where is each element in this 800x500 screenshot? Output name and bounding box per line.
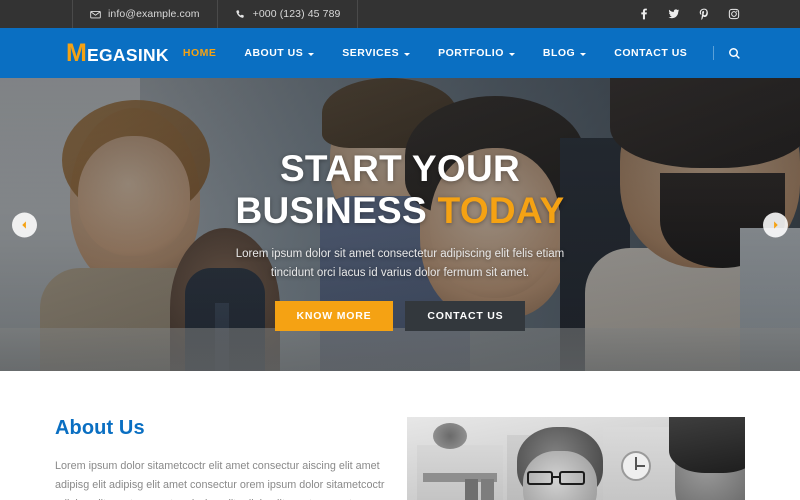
twitter-icon[interactable]	[668, 8, 680, 20]
nav-menu: HOME ABOUT US SERVICES PORTFOLIO BLOG CO…	[169, 46, 747, 60]
nav-item-portfolio[interactable]: PORTFOLIO	[424, 47, 529, 59]
nav-item-services[interactable]: SERVICES	[328, 47, 424, 59]
chevron-left-icon[interactable]	[12, 212, 37, 237]
about-paragraph: Lorem ipsum dolor sitametcoctr elit amet…	[55, 460, 385, 500]
hero-title-accent: TODAY	[437, 190, 565, 232]
hero-title-line1: START YOUR	[279, 148, 521, 189]
nav-item-about-us[interactable]: ABOUT US	[230, 47, 328, 59]
topbar-phone-text: +000 (123) 45 789	[252, 8, 341, 20]
nav-item-label: PORTFOLIO	[438, 47, 504, 59]
logo-initial: M	[66, 38, 88, 67]
logo-text: EGASINK	[87, 44, 169, 65]
hero-title-line2: BUSINESS	[235, 190, 438, 232]
nav-item-label: BLOG	[542, 47, 576, 59]
hero-content: START YOUR BUSINESS TODAY Lorem ipsum do…	[0, 78, 800, 371]
about-section: About Us Lorem ipsum dolor sitametcoctr …	[0, 371, 800, 500]
chevron-down-icon	[580, 52, 587, 56]
nav-item-label: ABOUT US	[244, 47, 304, 59]
about-container: About Us Lorem ipsum dolor sitametcoctr …	[55, 417, 745, 500]
about-heading: About Us	[55, 417, 145, 439]
hero-slider: START YOUR BUSINESS TODAY Lorem ipsum do…	[0, 78, 800, 371]
know-more-button[interactable]: KNOW MORE	[274, 301, 394, 332]
nav-item-blog[interactable]: BLOG	[529, 47, 600, 59]
contact-us-button[interactable]: CONTACT US	[405, 301, 526, 332]
chevron-right-icon[interactable]	[763, 212, 788, 237]
envelope-icon	[90, 9, 101, 20]
nav-item-label: HOME	[182, 47, 217, 59]
facebook-icon[interactable]	[638, 8, 650, 20]
social-links	[638, 8, 740, 20]
nav-item-contact-us[interactable]: CONTACT US	[600, 47, 701, 59]
hero-title: START YOUR BUSINESS TODAY	[235, 148, 564, 232]
search-icon[interactable]	[722, 47, 747, 60]
nav-divider	[713, 46, 715, 60]
about-office-photo	[407, 417, 745, 500]
topbar: info@example.com +000 (123) 45 789	[0, 0, 800, 28]
about-text-column: About Us Lorem ipsum dolor sitametcoctr …	[55, 417, 385, 500]
instagram-icon[interactable]	[728, 8, 740, 20]
nav-item-home[interactable]: HOME	[169, 47, 231, 59]
chevron-down-icon	[308, 52, 315, 56]
topbar-contact-group: info@example.com +000 (123) 45 789	[72, 0, 359, 28]
nav-item-label: CONTACT US	[614, 47, 688, 59]
site-logo[interactable]: M EGASINK	[66, 38, 169, 67]
hero-buttons: KNOW MORE CONTACT US	[274, 301, 526, 332]
pinterest-icon[interactable]	[698, 8, 710, 20]
topbar-email-text: info@example.com	[108, 8, 200, 20]
main-navigation: M EGASINK HOME ABOUT US SERVICES PORTFOLI…	[0, 28, 800, 78]
topbar-phone[interactable]: +000 (123) 45 789	[216, 0, 359, 28]
about-image-column	[407, 417, 745, 500]
nav-item-label: SERVICES	[342, 47, 400, 59]
phone-icon	[235, 9, 246, 20]
hero-paragraph: Lorem ipsum dolor sit amet consectetur a…	[235, 248, 565, 280]
chevron-down-icon	[508, 52, 515, 56]
chevron-down-icon	[404, 52, 411, 56]
topbar-email[interactable]: info@example.com	[72, 0, 217, 28]
